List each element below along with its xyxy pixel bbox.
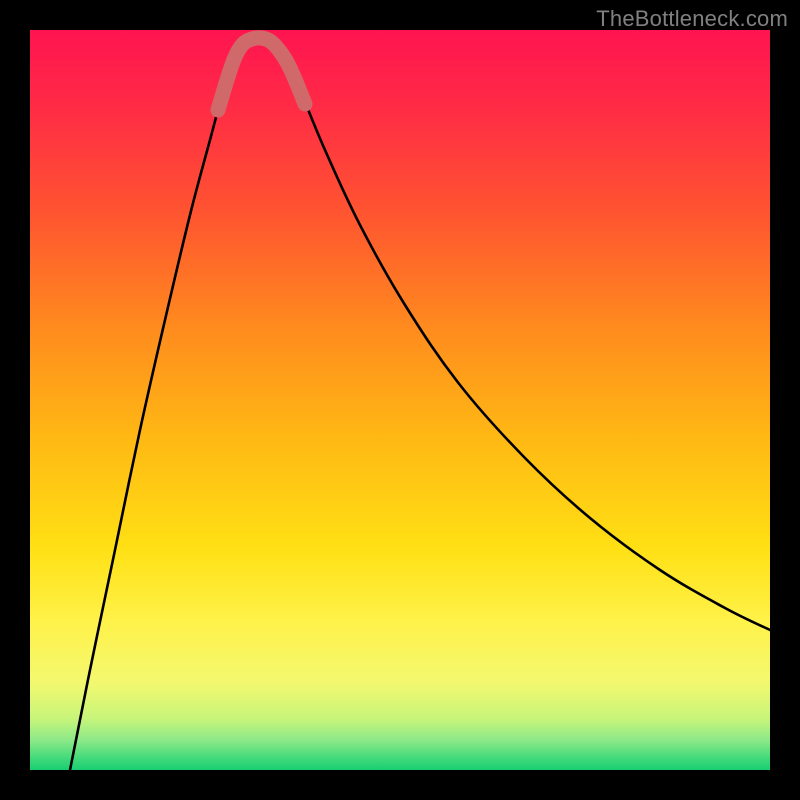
- chart-frame: TheBottleneck.com: [0, 0, 800, 800]
- plot-area: [30, 30, 770, 770]
- bottleneck-curve: [70, 38, 770, 770]
- attribution-text: TheBottleneck.com: [596, 6, 788, 32]
- curve-layer: [30, 30, 770, 770]
- highlight-segment: [218, 38, 305, 110]
